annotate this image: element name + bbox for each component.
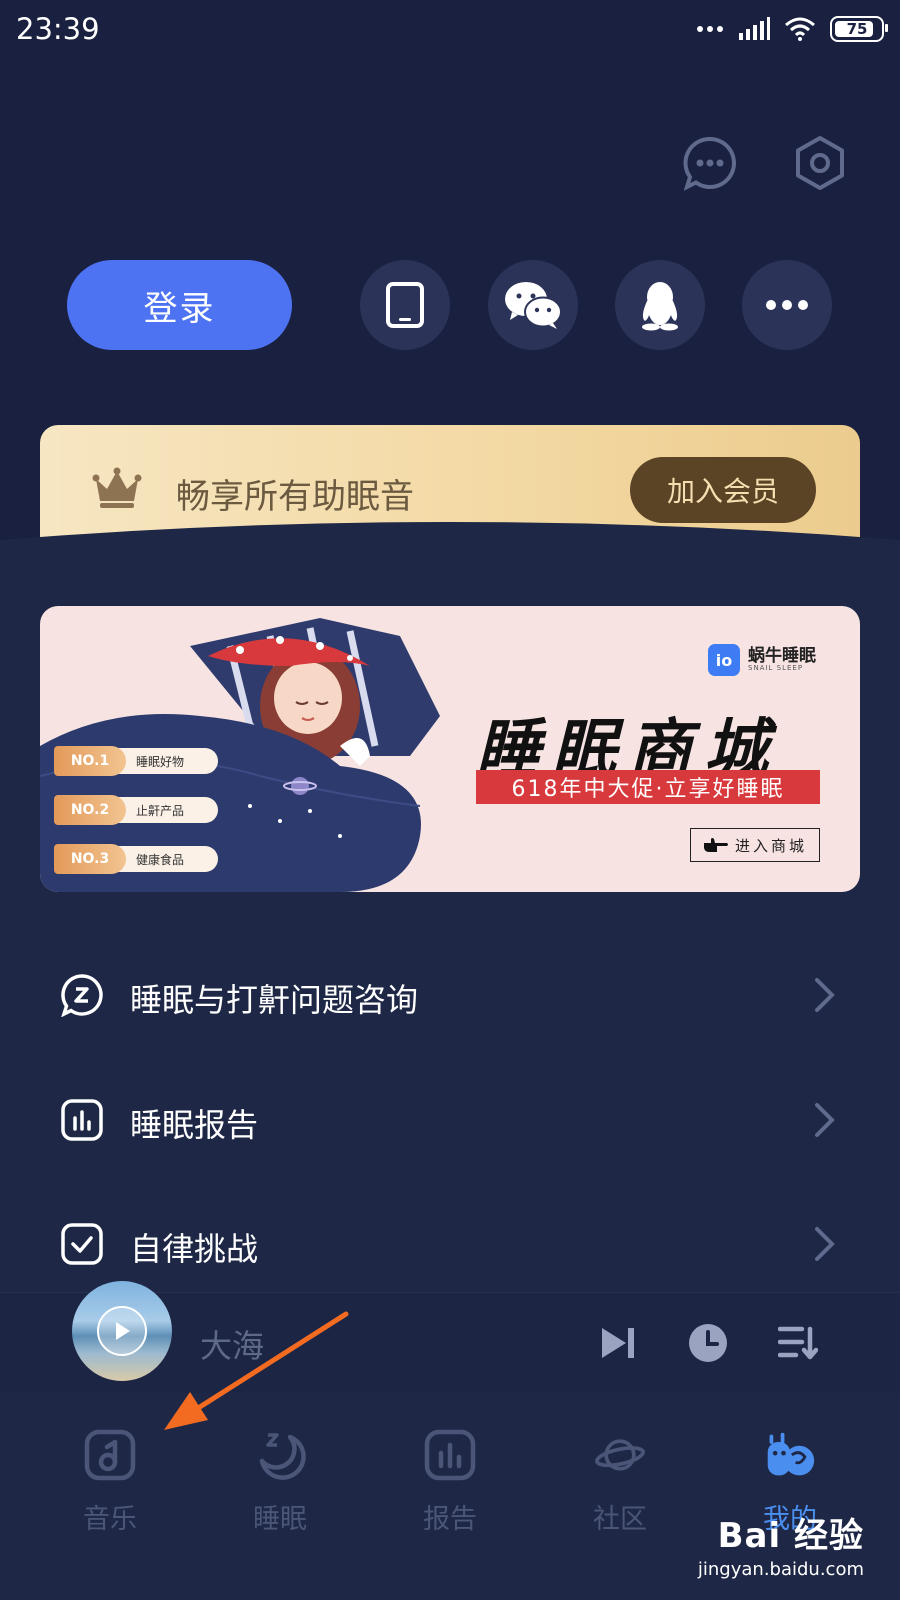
login-button[interactable]: 登录 [67,260,292,350]
mall-badge-3: NO.3 健康食品 [54,844,218,874]
menu-label: 睡眠与打鼾问题咨询 [130,981,419,1019]
watermark-logo: Bai 经验 [717,1516,864,1556]
menu-item-consult[interactable]: 睡眠与打鼾问题咨询 [0,955,900,1035]
mall-banner[interactable]: NO.1 睡眠好物 NO.2 止鼾产品 NO.3 健康食品 io 蜗牛睡眠 SN… [40,606,860,892]
menu-label: 自律挑战 [130,1230,259,1268]
nav-label: 社区 [593,1504,647,1535]
mall-badge-label: 健康食品 [114,846,218,872]
more-login-button[interactable] [742,260,832,350]
music-icon [84,1429,136,1481]
playlist-button[interactable] [776,1321,820,1365]
mall-badge-number: NO.3 [54,844,126,874]
status-bar: 23:39 75 [0,0,900,60]
mall-badge-number: NO.2 [54,795,126,825]
brand-name: 蜗牛睡眠 [748,646,816,666]
gear-icon [796,136,844,190]
menu-item-challenge[interactable]: 自律挑战 [0,1204,900,1284]
nav-label: 报告 [423,1504,477,1535]
mall-badge-number: NO.1 [54,746,126,776]
mall-badge-label: 睡眠好物 [114,748,218,774]
report-icon [424,1429,476,1481]
chevron-right-icon [815,1103,835,1137]
phone-icon [386,282,424,328]
menu-label: 睡眠报告 [130,1106,259,1144]
chat-bubble-icon [683,136,736,191]
watermark-url: jingyan.baidu.com [697,1559,864,1580]
enter-mall-label: 进入商城 [734,836,807,855]
playlist-icon [778,1326,818,1360]
nav-community[interactable]: 社区 [560,1429,680,1549]
nav-report[interactable]: 报告 [390,1429,510,1549]
planet-icon [594,1429,646,1481]
sleep-timer-button[interactable] [686,1321,730,1365]
wechat-icon [505,282,562,329]
menu-item-report[interactable]: 睡眠报告 [0,1080,900,1160]
skip-next-icon [602,1328,634,1358]
crown-icon [92,467,142,508]
mall-badge-label: 止鼾产品 [114,797,218,823]
annotation-arrow [164,1311,349,1430]
battery-indicator: 75 [830,16,888,42]
mini-player: 大海 [0,1281,900,1393]
mall-badge-1: NO.1 睡眠好物 [54,746,218,776]
baidu-watermark: Bai 经验 jingyan.baidu.com [698,1508,864,1580]
play-icon [116,1322,130,1340]
settings-button[interactable] [792,135,848,191]
snail-sleep-logo: io 蜗牛睡眠 SNAIL SLEEP [708,644,816,676]
more-dots-icon [766,300,808,310]
chevron-right-icon [815,1227,835,1261]
chat-z-icon [61,974,103,1017]
report-icon [61,1099,103,1141]
wechat-login-button[interactable] [488,260,578,350]
checkbox-icon [61,1223,103,1265]
status-time: 23:39 [16,12,100,46]
clock-icon [689,1324,727,1362]
battery-level: 75 [846,20,868,38]
next-track-button[interactable] [596,1321,640,1365]
mall-promo: 618年中大促·立享好睡眠 [476,770,820,804]
nav-label: 音乐 [83,1504,137,1535]
snail-logo-icon: io [708,644,740,676]
qq-penguin-icon [642,282,678,331]
nav-label: 睡眠 [253,1504,307,1535]
vip-banner-curve [0,522,900,572]
nav-sleep[interactable]: 睡眠 [220,1429,340,1549]
snail-icon [764,1429,816,1481]
play-button[interactable] [97,1306,147,1356]
qq-login-button[interactable] [615,260,705,350]
enter-mall-button[interactable]: 进入商城 [690,828,820,862]
nav-music[interactable]: 音乐 [50,1429,170,1549]
chevron-right-icon [815,978,835,1012]
pointing-hand-icon [703,838,728,852]
cellular-signal-icon [739,17,770,40]
signal-dots-icon [697,26,723,32]
message-button[interactable] [682,135,738,191]
phone-login-button[interactable] [360,260,450,350]
mall-badge-2: NO.2 止鼾产品 [54,795,218,825]
vip-text: 畅享所有助眠音 [176,477,414,517]
status-icons: 75 [696,16,888,42]
wifi-icon [785,17,815,41]
